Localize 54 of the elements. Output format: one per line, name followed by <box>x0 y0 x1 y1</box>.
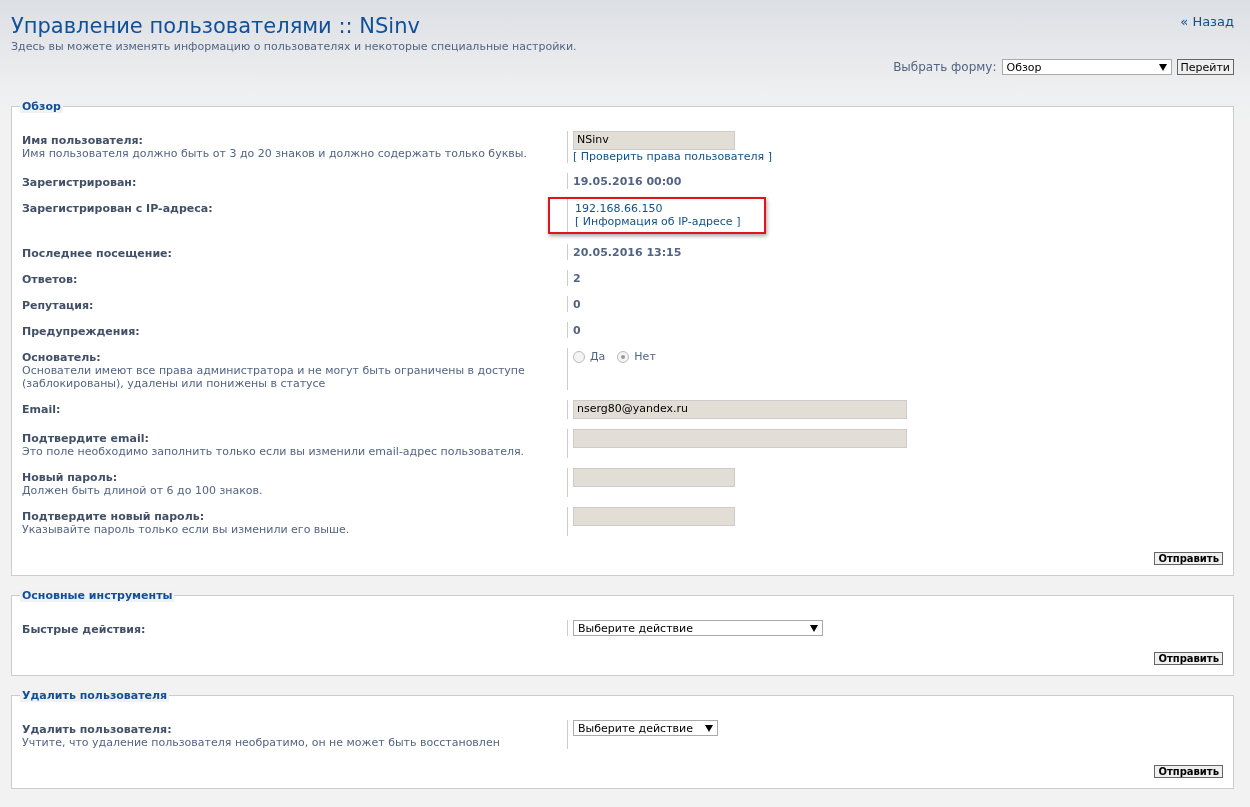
field-label: Репутация: <box>22 299 95 312</box>
submit-button[interactable]: Отправить <box>1154 765 1223 778</box>
ip-info-link[interactable]: [ Информация об IP-адресе ] <box>575 215 741 228</box>
input-field[interactable] <box>573 429 907 448</box>
panel-legend: Основные инструменты <box>20 589 175 602</box>
field-label: Новый пароль: <box>22 471 119 484</box>
form-select-label: Выбрать форму: <box>893 60 997 74</box>
radio-button[interactable] <box>617 350 630 363</box>
field-label: Имя пользователя: <box>22 134 144 147</box>
field-label: Подтвердите новый пароль: <box>22 510 206 523</box>
radio-label: Нет <box>634 350 656 363</box>
radio-label: Да <box>590 350 606 363</box>
field-explanation: Учтите, что удаление пользователя необратимо, он не может быть восстановлен <box>22 736 501 749</box>
input-field[interactable] <box>573 507 735 526</box>
field-label: Предупреждения: <box>22 325 141 338</box>
panel-legend: Обзор <box>20 100 63 113</box>
input-field[interactable] <box>573 468 735 487</box>
field-label: Зарегистрирован с IP-адреса: <box>22 202 214 215</box>
caret-icon <box>1158 63 1167 71</box>
field-explanation: Основатели имеют все права администратора и не могут быть ограничены в доступе (заблокированы), удалены или понижены в статусе <box>22 364 526 390</box>
submit-button[interactable]: Отправить <box>1154 552 1223 565</box>
field-label: Удалить пользователя: <box>22 723 173 736</box>
field-explanation: Указывайте пароль только если вы изменили его выше. <box>22 523 351 536</box>
field-value: 20.05.2016 13:15 <box>573 246 682 259</box>
check-permissions-link[interactable]: [ Проверить права пользователя ] <box>573 150 773 163</box>
field-label: Зарегистрирован: <box>22 176 138 189</box>
page-description: Здесь вы можете изменять информацию о пользователях и некоторые специальные настройки. <box>11 40 577 53</box>
submit-button[interactable]: Отправить <box>1154 652 1223 665</box>
field-explanation: Имя пользователя должно быть от 3 до 20 знаков и должно содержать только буквы. <box>22 147 528 160</box>
back-link[interactable]: « Назад <box>1180 14 1234 29</box>
field-value: 0 <box>573 298 581 311</box>
panel-legend: Удалить пользователя <box>20 689 170 702</box>
page-title: Управление пользователями :: NSinv <box>11 14 421 38</box>
field-value: 2 <box>573 272 581 285</box>
field-label: Подтвердите email: <box>22 432 150 445</box>
input-field[interactable]: nserg80@yandex.ru <box>573 400 907 419</box>
field-value: 0 <box>573 324 581 337</box>
field-value: 19.05.2016 00:00 <box>573 175 682 188</box>
ip-address-link[interactable]: 192.168.66.150 <box>575 202 741 215</box>
field-label: Быстрые действия: <box>22 623 147 636</box>
field-label: Ответов: <box>22 273 79 286</box>
field-explanation: Должен быть длиной от 6 до 100 знаков. <box>22 484 264 497</box>
field-label: Последнее посещение: <box>22 247 173 260</box>
form-select[interactable]: Обзор <box>1001 59 1172 75</box>
field-label: Email: <box>22 403 62 416</box>
action-select[interactable]: Выберите действие <box>573 720 718 736</box>
action-select[interactable]: Выберите действие <box>573 620 823 636</box>
input-field[interactable]: NSinv <box>573 131 735 150</box>
field-label: Основатель: <box>22 351 102 364</box>
caret-icon <box>705 724 713 732</box>
go-button[interactable]: Перейти <box>1176 59 1234 75</box>
field-explanation: Это поле необходимо заполнить только если вы изменили email-адрес пользователя. <box>22 445 526 458</box>
radio-button[interactable] <box>573 350 585 363</box>
caret-icon <box>810 624 818 632</box>
